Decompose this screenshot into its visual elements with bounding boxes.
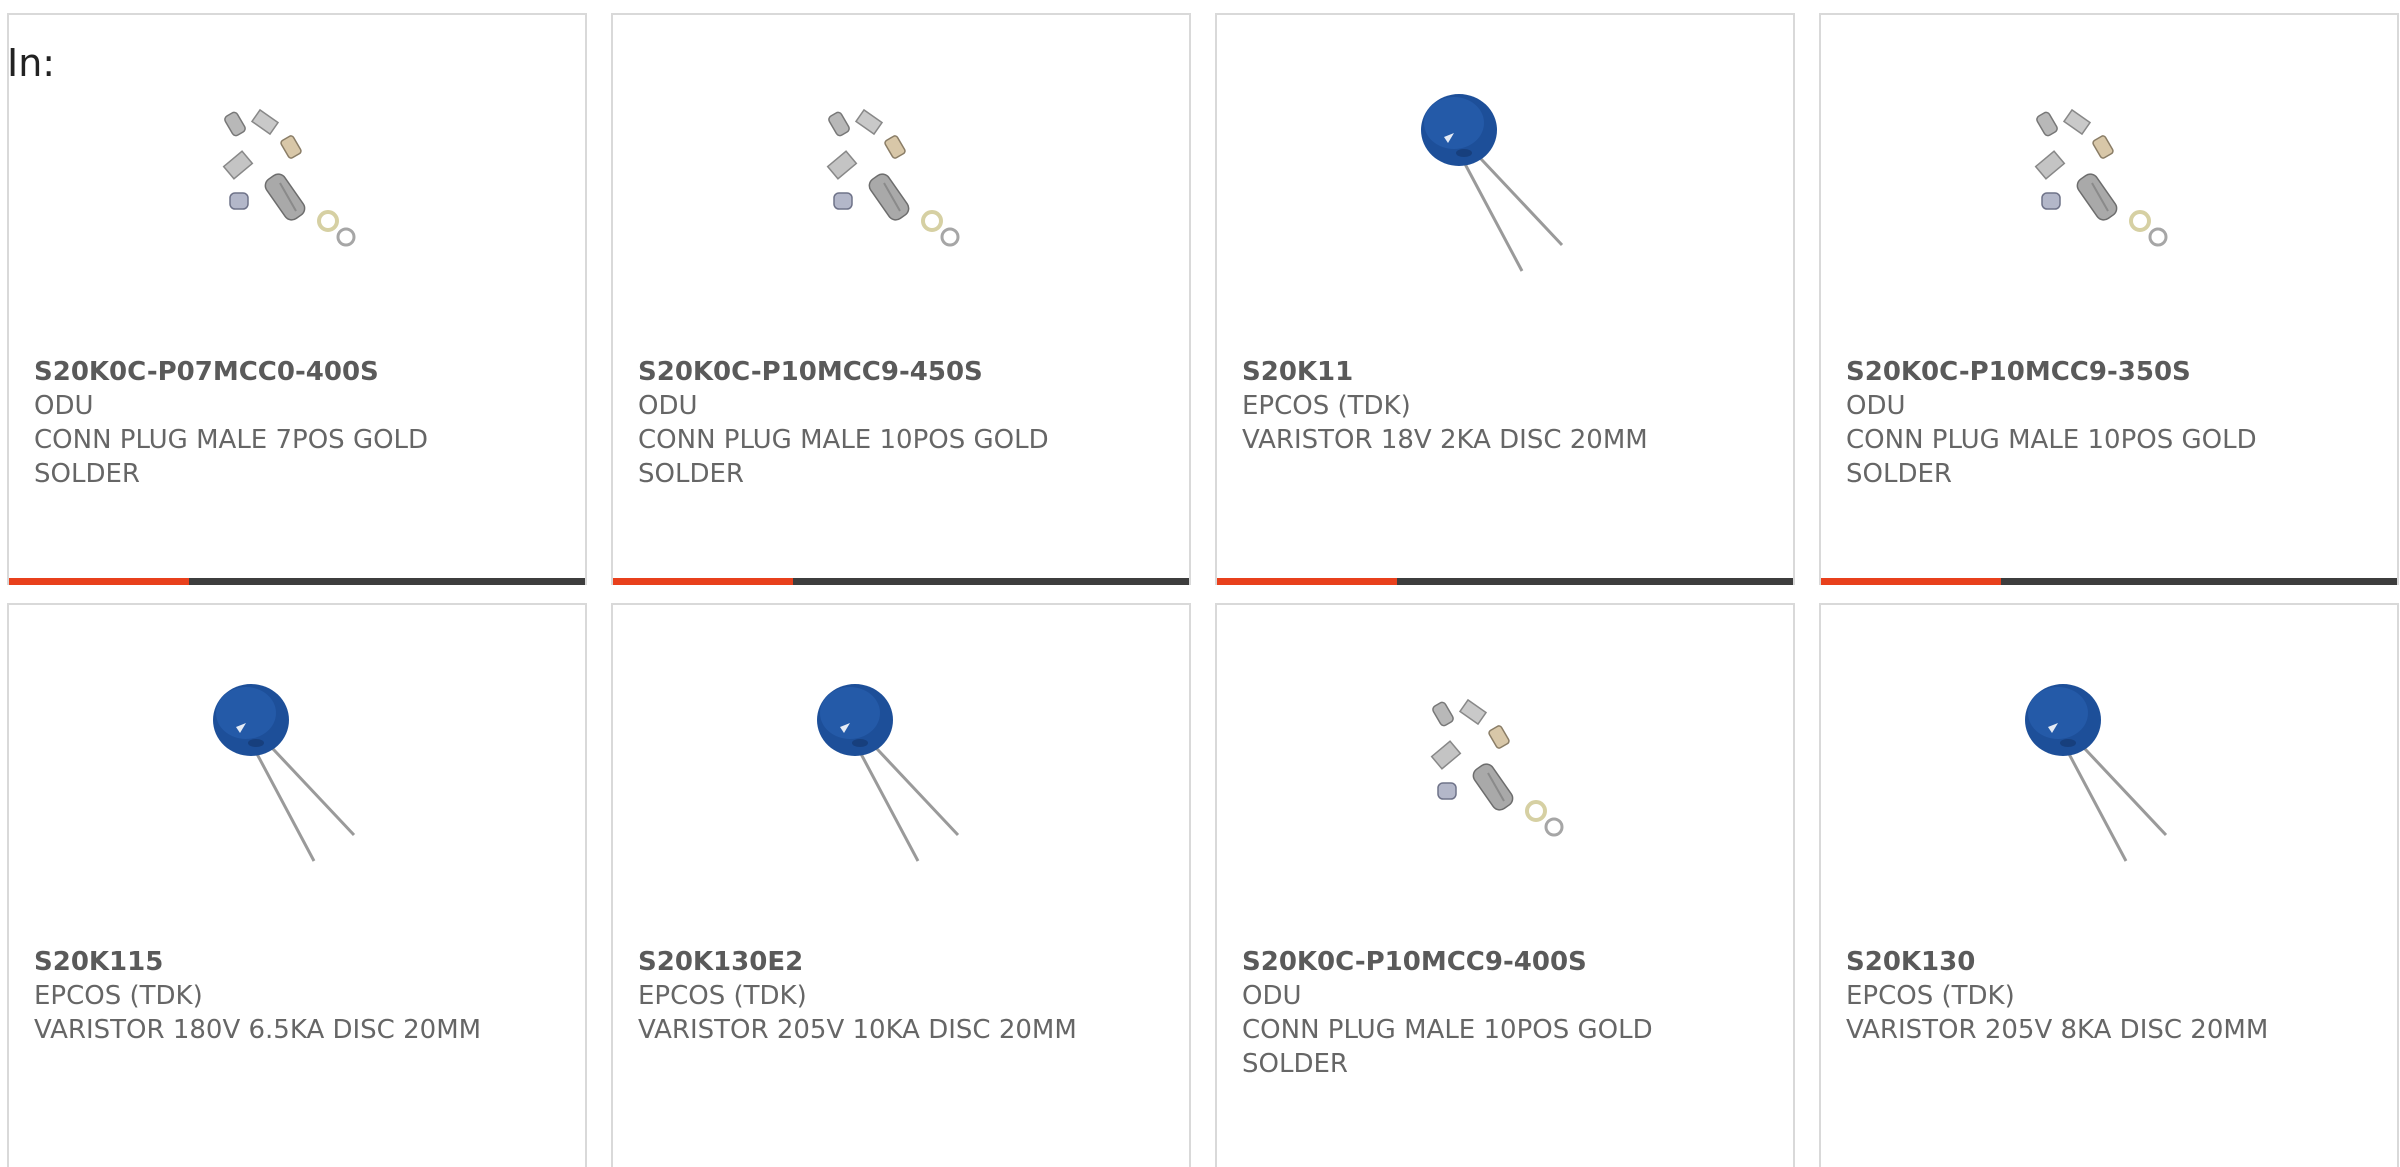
- card-bottom-bar: [1217, 578, 1793, 585]
- manufacturer: EPCOS (TDK): [638, 981, 807, 1011]
- part-number[interactable]: S20K130: [1846, 945, 2346, 979]
- connector-kit-icon[interactable]: [2008, 85, 2208, 285]
- manufacturer: ODU: [1846, 391, 1906, 421]
- product-info: S20K0C-P10MCC9-450S ODU CONN PLUG MALE 1…: [638, 355, 1138, 491]
- card-accent-bar: [1821, 578, 2001, 585]
- product-card[interactable]: S20K0C-P07MCC0-400S ODU CONN PLUG MALE 7…: [7, 13, 587, 585]
- manufacturer: ODU: [1242, 981, 1302, 1011]
- product-info: S20K130E2 EPCOS (TDK) VARISTOR 205V 10KA…: [638, 945, 1138, 1047]
- varistor-disc-icon[interactable]: [1404, 85, 1604, 285]
- card-accent-bar: [1217, 578, 1397, 585]
- product-card[interactable]: S20K0C-P10MCC9-350S ODU CONN PLUG MALE 1…: [1819, 13, 2399, 585]
- manufacturer: EPCOS (TDK): [34, 981, 203, 1011]
- product-card[interactable]: S20K130 EPCOS (TDK) VARISTOR 205V 8KA DI…: [1819, 603, 2399, 1167]
- manufacturer: ODU: [34, 391, 94, 421]
- part-number[interactable]: S20K11: [1242, 355, 1742, 389]
- card-accent-bar: [613, 578, 793, 585]
- description: CONN PLUG MALE 10POS GOLD SOLDER: [1846, 425, 2257, 489]
- product-card[interactable]: S20K130E2 EPCOS (TDK) VARISTOR 205V 10KA…: [611, 603, 1191, 1167]
- description: VARISTOR 205V 10KA DISC 20MM: [638, 1015, 1077, 1045]
- part-number[interactable]: S20K130E2: [638, 945, 1138, 979]
- product-info: S20K11 EPCOS (TDK) VARISTOR 18V 2KA DISC…: [1242, 355, 1742, 457]
- connector-kit-icon[interactable]: [196, 85, 396, 285]
- description: CONN PLUG MALE 10POS GOLD SOLDER: [1242, 1015, 1653, 1079]
- product-info: S20K115 EPCOS (TDK) VARISTOR 180V 6.5KA …: [34, 945, 534, 1047]
- part-number[interactable]: S20K0C-P10MCC9-400S: [1242, 945, 1742, 979]
- product-grid: S20K0C-P07MCC0-400S ODU CONN PLUG MALE 7…: [7, 13, 2400, 1167]
- manufacturer: ODU: [638, 391, 698, 421]
- description: VARISTOR 180V 6.5KA DISC 20MM: [34, 1015, 482, 1045]
- manufacturer: EPCOS (TDK): [1846, 981, 2015, 1011]
- part-number[interactable]: S20K0C-P07MCC0-400S: [34, 355, 534, 389]
- product-card[interactable]: S20K11 EPCOS (TDK) VARISTOR 18V 2KA DISC…: [1215, 13, 1795, 585]
- card-bottom-bar: [9, 578, 585, 585]
- part-number[interactable]: S20K0C-P10MCC9-350S: [1846, 355, 2346, 389]
- description: VARISTOR 18V 2KA DISC 20MM: [1242, 425, 1648, 455]
- manufacturer: EPCOS (TDK): [1242, 391, 1411, 421]
- connector-kit-icon[interactable]: [800, 85, 1000, 285]
- product-results-page: In: S20K0C-P07MCC0-400S ODU CONN PLUG MA…: [0, 0, 2400, 1167]
- in-label: In:: [7, 41, 56, 85]
- product-card[interactable]: S20K115 EPCOS (TDK) VARISTOR 180V 6.5KA …: [7, 603, 587, 1167]
- card-accent-bar: [9, 578, 189, 585]
- part-number[interactable]: S20K115: [34, 945, 534, 979]
- connector-kit-icon[interactable]: [1404, 675, 1604, 875]
- description: VARISTOR 205V 8KA DISC 20MM: [1846, 1015, 2269, 1045]
- part-number[interactable]: S20K0C-P10MCC9-450S: [638, 355, 1138, 389]
- card-bottom-bar: [1821, 578, 2397, 585]
- product-info: S20K0C-P10MCC9-350S ODU CONN PLUG MALE 1…: [1846, 355, 2346, 491]
- product-info: S20K0C-P10MCC9-400S ODU CONN PLUG MALE 1…: [1242, 945, 1742, 1081]
- varistor-disc-icon[interactable]: [2008, 675, 2208, 875]
- product-card[interactable]: S20K0C-P10MCC9-450S ODU CONN PLUG MALE 1…: [611, 13, 1191, 585]
- product-card[interactable]: S20K0C-P10MCC9-400S ODU CONN PLUG MALE 1…: [1215, 603, 1795, 1167]
- description: CONN PLUG MALE 10POS GOLD SOLDER: [638, 425, 1049, 489]
- product-info: S20K130 EPCOS (TDK) VARISTOR 205V 8KA DI…: [1846, 945, 2346, 1047]
- product-info: S20K0C-P07MCC0-400S ODU CONN PLUG MALE 7…: [34, 355, 534, 491]
- description: CONN PLUG MALE 7POS GOLD SOLDER: [34, 425, 429, 489]
- varistor-disc-icon[interactable]: [196, 675, 396, 875]
- card-bottom-bar: [613, 578, 1189, 585]
- varistor-disc-icon[interactable]: [800, 675, 1000, 875]
